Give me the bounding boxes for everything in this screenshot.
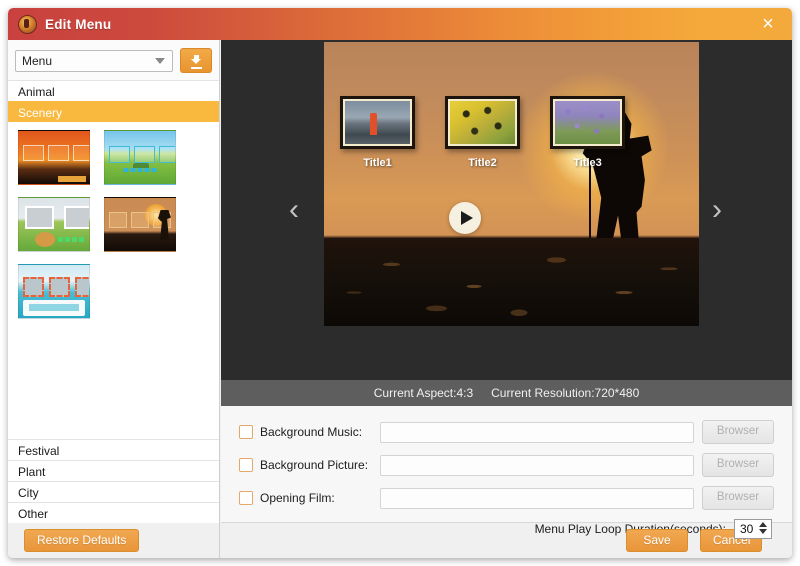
current-resolution-label: Current Resolution:720*480 [491, 386, 639, 400]
close-icon[interactable]: × [754, 10, 782, 38]
sidebar-toolbar: Menu [8, 40, 219, 80]
chevron-down-icon [155, 58, 165, 64]
play-button[interactable] [449, 202, 481, 234]
sidebar-item-plant[interactable]: Plant [8, 460, 219, 482]
play-icon [461, 211, 473, 225]
sidebar-item-label: Festival [18, 444, 59, 458]
menu-thumb-lighthouse[interactable] [340, 96, 415, 149]
settings-panel: Background Music: Browser Background Pic… [221, 406, 792, 523]
sidebar-footer: Restore Defaults [8, 523, 220, 558]
opening-film-label: Opening Film: [260, 491, 380, 505]
download-templates-button[interactable] [180, 48, 212, 73]
restore-defaults-button[interactable]: Restore Defaults [24, 529, 139, 552]
menu-preview: ‹ › Title1 [221, 40, 792, 380]
opening-film-checkbox[interactable] [239, 491, 253, 505]
menu-title-label[interactable]: Title2 [468, 157, 497, 169]
background-music-checkbox[interactable] [239, 425, 253, 439]
template-thumb-photographer-sunset[interactable] [104, 197, 176, 252]
window-body: Menu Animal Scenery [8, 40, 792, 558]
opening-film-browser-button[interactable]: Browser [702, 486, 774, 510]
next-page-icon[interactable]: › [700, 190, 734, 230]
menu-thumb-lavender[interactable] [550, 96, 625, 149]
sidebar-item-festival[interactable]: Festival [8, 439, 219, 461]
background-picture-input[interactable] [380, 455, 694, 476]
title-bar: Edit Menu × [8, 8, 792, 40]
sidebar-item-label: Animal [18, 85, 55, 99]
sidebar-item-city[interactable]: City [8, 481, 219, 503]
stepper-arrows-icon[interactable] [759, 522, 767, 534]
template-thumb-cactus-sunset[interactable] [18, 130, 90, 185]
sidebar-item-other[interactable]: Other [8, 502, 219, 524]
category-list-top: Animal Scenery [8, 80, 219, 122]
current-aspect-label: Current Aspect:4:3 [374, 386, 473, 400]
app-logo-icon [18, 15, 37, 34]
category-list-bottom: Festival Plant City Other [8, 439, 219, 523]
loop-duration-value: 30 [740, 522, 753, 536]
menu-title-label[interactable]: Title3 [573, 157, 602, 169]
template-thumbnail-area[interactable] [8, 122, 219, 439]
template-thumb-hay-bale[interactable] [18, 197, 90, 252]
sidebar-item-label: Scenery [18, 106, 62, 120]
window-title: Edit Menu [45, 17, 111, 32]
download-icon [191, 55, 202, 67]
template-thumb-seaside-boat[interactable] [18, 264, 90, 319]
menu-type-select-value: Menu [22, 54, 52, 68]
menu-title-item-3[interactable]: Title3 [550, 96, 625, 169]
sidebar-item-label: City [18, 486, 39, 500]
save-button[interactable]: Save [626, 529, 688, 552]
menu-title-row: Title1 Title2 Title3 [340, 96, 625, 169]
setting-row-background-music: Background Music: Browser [239, 420, 774, 444]
sidebar-item-animal[interactable]: Animal [8, 80, 219, 102]
background-music-label: Background Music: [260, 425, 380, 439]
menu-title-item-2[interactable]: Title2 [445, 96, 520, 169]
stepper-down-icon[interactable] [759, 529, 767, 534]
setting-row-background-picture: Background Picture: Browser [239, 453, 774, 477]
sidebar-item-label: Plant [18, 465, 45, 479]
sidebar-item-label: Other [18, 507, 48, 521]
dialog-footer: Save Cancel [221, 523, 792, 558]
menu-thumb-sunflower[interactable] [445, 96, 520, 149]
loop-duration-stepper[interactable]: 30 [734, 519, 772, 539]
template-sidebar: Menu Animal Scenery [8, 40, 220, 523]
background-picture-checkbox[interactable] [239, 458, 253, 472]
stepper-up-icon[interactable] [759, 522, 767, 527]
sidebar-item-scenery[interactable]: Scenery [8, 101, 219, 123]
menu-title-item-1[interactable]: Title1 [340, 96, 415, 169]
opening-film-input[interactable] [380, 488, 694, 509]
status-bar: Current Aspect:4:3 Current Resolution:72… [221, 380, 792, 406]
right-panel: ‹ › Title1 [221, 40, 792, 558]
background-picture-browser-button[interactable]: Browser [702, 453, 774, 477]
screenshot-root: Edit Menu × Menu Animal [0, 0, 800, 566]
menu-canvas[interactable]: Title1 Title2 Title3 [324, 42, 699, 326]
edit-menu-window: Edit Menu × Menu Animal [8, 8, 792, 558]
background-music-browser-button[interactable]: Browser [702, 420, 774, 444]
template-thumbnail-grid [18, 130, 204, 319]
setting-row-opening-film: Opening Film: Browser [239, 486, 774, 510]
prev-page-icon[interactable]: ‹ [277, 190, 311, 230]
menu-type-select[interactable]: Menu [15, 50, 173, 72]
ground-graphic [324, 238, 699, 326]
template-thumb-green-field[interactable] [104, 130, 176, 185]
menu-title-label[interactable]: Title1 [363, 157, 392, 169]
background-picture-label: Background Picture: [260, 458, 380, 472]
background-music-input[interactable] [380, 422, 694, 443]
